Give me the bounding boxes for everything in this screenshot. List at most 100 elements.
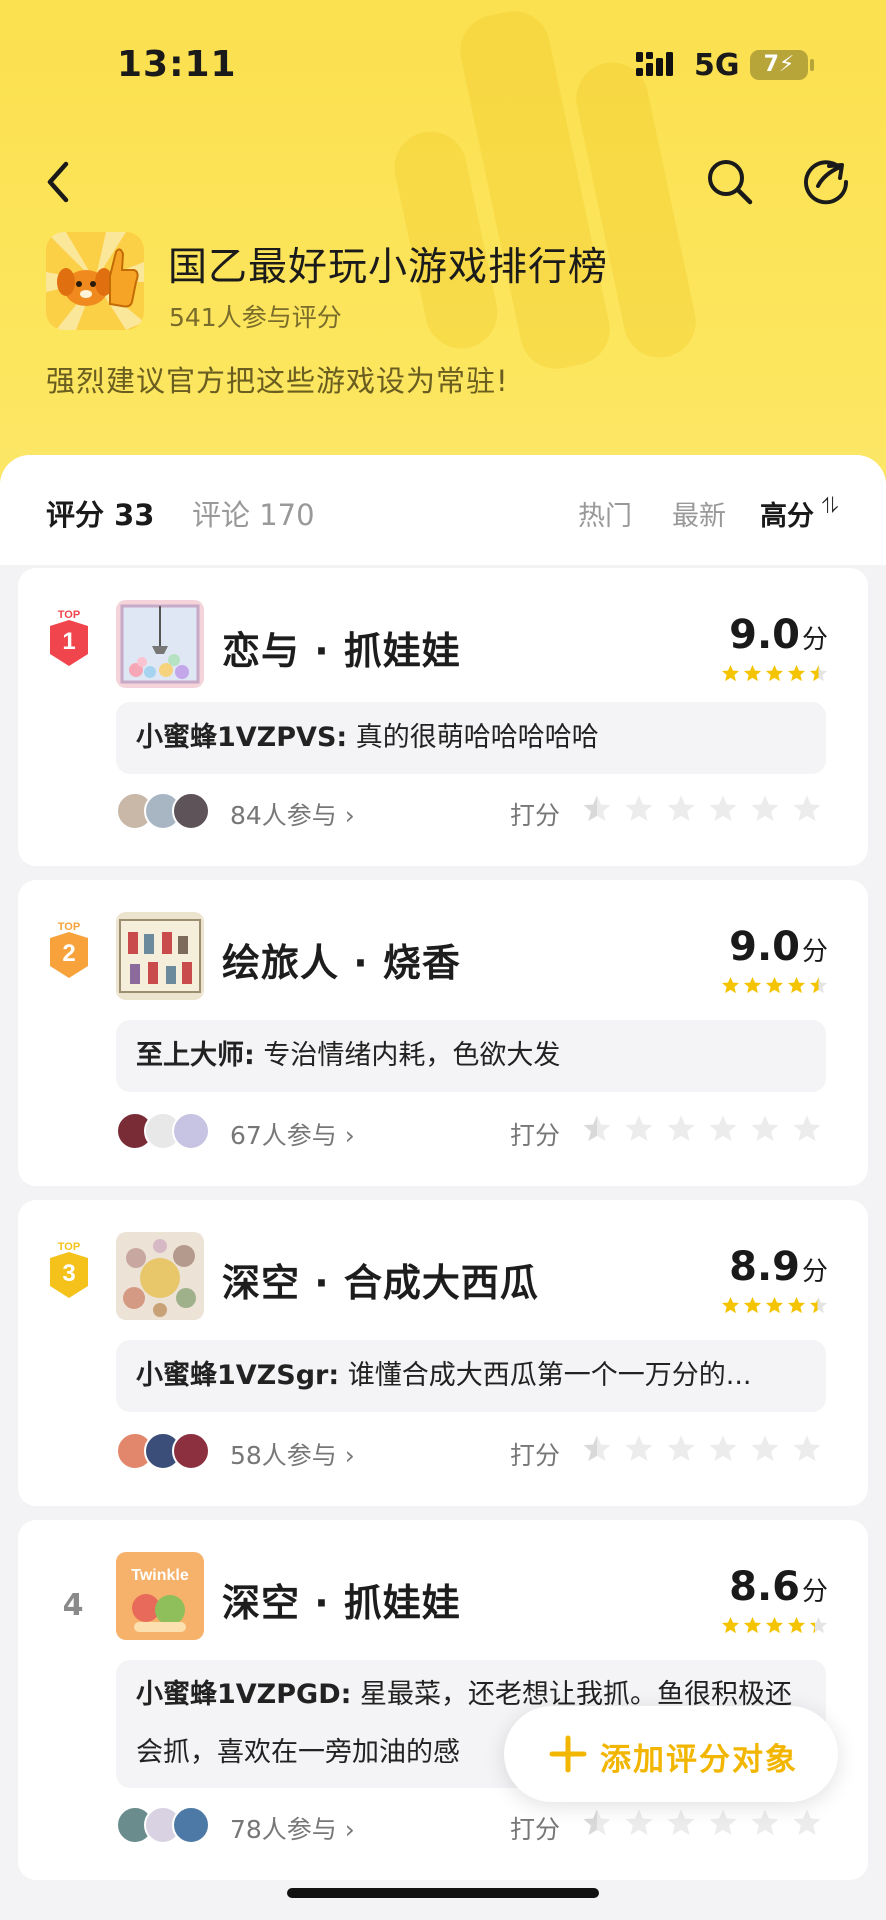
rank-number: 4 — [62, 1588, 84, 1623]
page-subtitle: 强烈建议官方把这些游戏设为常驻! — [46, 364, 509, 398]
battery-level: 7 — [763, 52, 779, 77]
participants-link[interactable]: 78人参与 › — [230, 1810, 355, 1846]
rate-star-icon[interactable] — [582, 1808, 612, 1838]
back-arrow-icon[interactable] — [30, 152, 90, 212]
star-icon — [721, 1616, 740, 1634]
plus-icon — [549, 1735, 587, 1773]
top-3-badge-icon: 3 TOP — [50, 1241, 88, 1298]
rate-stars[interactable] — [582, 794, 822, 824]
rate-star-icon[interactable] — [708, 794, 738, 824]
rate-star-icon[interactable] — [666, 1114, 696, 1144]
rate-star-icon[interactable] — [582, 1434, 612, 1464]
score-value: 8.6 — [729, 1564, 800, 1610]
rate-star-icon[interactable] — [624, 1434, 654, 1464]
comment-text: 真的很萌哈哈哈哈哈 — [355, 722, 599, 753]
score-value: 8.9 — [729, 1244, 800, 1290]
participants-link[interactable]: 58人参与 › — [230, 1436, 355, 1472]
sort-new[interactable]: 最新 — [672, 494, 726, 533]
rate-label: 打分 — [510, 801, 561, 830]
rate-star-icon[interactable] — [666, 1434, 696, 1464]
rate-star-icon[interactable] — [666, 794, 696, 824]
rate-star-icon[interactable] — [666, 1808, 696, 1838]
game-name[interactable]: 深空 · 抓娃娃 — [222, 1572, 461, 1627]
twinkle-game-image: Twinkle — [116, 1552, 204, 1640]
average-stars — [721, 1296, 828, 1316]
tab-comment[interactable]: 评论 170 — [192, 492, 315, 534]
rate-star-icon[interactable] — [750, 1434, 780, 1464]
rate-star-icon[interactable] — [708, 1114, 738, 1144]
participant-avatars[interactable] — [116, 1432, 216, 1470]
star-icon — [809, 664, 828, 682]
star-icon — [721, 976, 740, 994]
score: 9.0分 — [729, 924, 828, 970]
ranking-card[interactable]: 2 TOP 绘旅人 · 烧香 9.0分 至上大师: 专治情绪内耗，色欲大发 67… — [18, 880, 868, 1186]
rate-star-icon[interactable] — [582, 794, 612, 824]
participants-link[interactable]: 67人参与 › — [230, 1116, 355, 1152]
rank-number: 1 — [62, 628, 75, 655]
rate-star-icon[interactable] — [708, 1808, 738, 1838]
game-thumbnail[interactable] — [116, 1232, 204, 1320]
star-icon — [787, 664, 806, 682]
rate-star-icon[interactable] — [624, 1114, 654, 1144]
rate-star-icon[interactable] — [750, 1808, 780, 1838]
sort-high[interactable]: 高分 — [760, 494, 814, 533]
rate-star-icon[interactable] — [624, 1808, 654, 1838]
avatar — [172, 792, 210, 830]
comment-text: 专治情绪内耗，色欲大发 — [263, 1040, 561, 1071]
avatar — [172, 1432, 210, 1470]
rate-star-icon[interactable] — [792, 1434, 822, 1464]
score-unit: 分 — [801, 1257, 828, 1287]
top-2-badge-icon: 2 TOP — [50, 921, 88, 978]
search-icon[interactable] — [700, 152, 760, 212]
rate-stars[interactable] — [582, 1114, 822, 1144]
rate-star-icon[interactable] — [792, 794, 822, 824]
top-comment[interactable]: 小蜜蜂1VZPVS: 真的很萌哈哈哈哈哈 — [116, 702, 826, 774]
claw-machine-image — [116, 600, 204, 688]
star-icon — [743, 1616, 762, 1634]
rate-star-icon[interactable] — [750, 1114, 780, 1144]
rate-star-icon[interactable] — [792, 1808, 822, 1838]
game-thumbnail[interactable]: Twinkle — [116, 1552, 204, 1640]
comment-text: 谁懂合成大西瓜第一个一万分的... — [347, 1360, 752, 1391]
rate-label: 打分 — [510, 1121, 561, 1150]
score-value: 9.0 — [729, 924, 800, 970]
game-name[interactable]: 恋与 · 抓娃娃 — [222, 620, 461, 675]
rate-star-icon[interactable] — [708, 1434, 738, 1464]
ranking-card[interactable]: 4 Twinkle 深空 · 抓娃娃 8.6分 小蜜蜂1VZPGD: 星最菜，还… — [18, 1520, 868, 1880]
game-name[interactable]: 深空 · 合成大西瓜 — [222, 1252, 539, 1307]
commenter-name: 小蜜蜂1VZPGD: — [136, 1679, 352, 1710]
top-comment[interactable]: 小蜜蜂1VZSgr: 谁懂合成大西瓜第一个一万分的... — [116, 1340, 826, 1412]
rate-star-icon[interactable] — [624, 794, 654, 824]
game-name[interactable]: 绘旅人 · 烧香 — [222, 932, 461, 987]
participant-avatars[interactable] — [116, 792, 216, 830]
rate-stars[interactable] — [582, 1434, 822, 1464]
ranking-card[interactable]: 3 TOP 深空 · 合成大西瓜 8.9分 小蜜蜂1VZSgr: 谁懂合成大西瓜… — [18, 1200, 868, 1506]
signal-icon — [636, 52, 673, 76]
star-icon — [787, 1616, 806, 1634]
sort-order-icon[interactable]: ⥮ — [822, 494, 838, 519]
participants-link[interactable]: 84人参与 › — [230, 796, 355, 832]
star-icon — [765, 1616, 784, 1634]
sort-hot[interactable]: 热门 — [578, 494, 632, 533]
home-indicator[interactable] — [287, 1888, 599, 1898]
rate-star-icon[interactable] — [582, 1114, 612, 1144]
top-comment[interactable]: 至上大师: 专治情绪内耗，色欲大发 — [116, 1020, 826, 1092]
network-label: 5G — [694, 48, 740, 83]
add-rating-target-button[interactable]: 添加评分对象 — [504, 1706, 838, 1802]
tab-score[interactable]: 评分 33 — [46, 492, 154, 534]
battery-nub — [810, 59, 814, 71]
score: 8.6分 — [729, 1564, 828, 1610]
game-thumbnail[interactable] — [116, 912, 204, 1000]
rate-star-icon[interactable] — [750, 794, 780, 824]
star-icon — [809, 1296, 828, 1314]
average-stars — [721, 976, 828, 996]
rate-star-icon[interactable] — [792, 1114, 822, 1144]
participant-avatars[interactable] — [116, 1112, 216, 1150]
game-thumbnail[interactable] — [116, 600, 204, 688]
score-unit: 分 — [801, 625, 828, 655]
ranking-card[interactable]: 1 TOP 恋与 · 抓娃娃 9.0分 小蜜蜂1VZPVS: 真的很萌哈哈哈哈哈… — [18, 568, 868, 866]
rate-stars[interactable] — [582, 1808, 822, 1838]
participant-avatars[interactable] — [116, 1806, 216, 1844]
share-icon[interactable] — [796, 152, 856, 212]
status-time: 13:11 — [117, 44, 237, 85]
